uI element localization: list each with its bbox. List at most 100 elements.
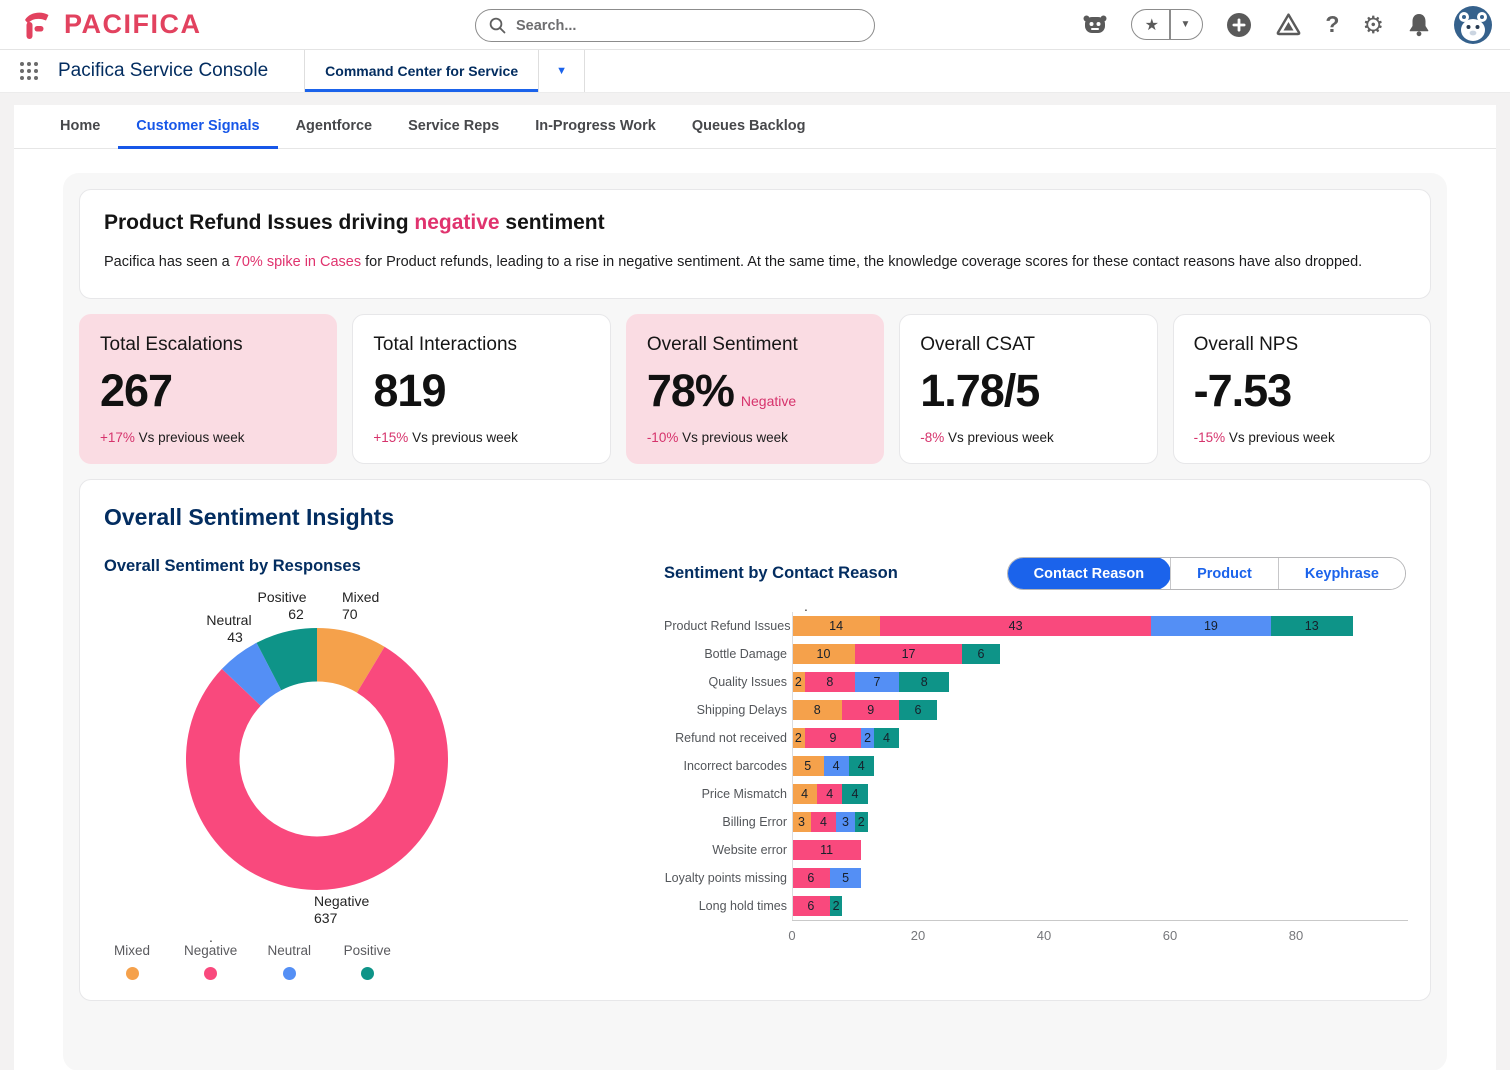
bar-track: 62: [792, 896, 1406, 916]
kpi-value: -7.53: [1194, 365, 1410, 417]
bar-segment-negative[interactable]: 8: [805, 672, 855, 692]
bar-segment-negative[interactable]: 43: [880, 616, 1151, 636]
bar-segment-negative[interactable]: 4: [811, 812, 836, 832]
x-axis-tick: 60: [1163, 928, 1177, 943]
bar-segment-neutral[interactable]: 19: [1151, 616, 1271, 636]
bar-segment-neutral[interactable]: 2: [861, 728, 874, 748]
brand: PACIFICA: [18, 7, 202, 43]
bar-row: Bottle Damage10176: [664, 640, 1406, 668]
legend-label: Negative: [184, 943, 237, 958]
legend-dot: [283, 967, 296, 980]
insights-title: Overall Sentiment Insights: [104, 504, 1406, 531]
tab-home[interactable]: Home: [42, 105, 118, 149]
toggle-contact-reason[interactable]: Contact Reason: [1007, 557, 1171, 590]
favorites-control: ★ ▼: [1131, 9, 1204, 40]
bar-segment-negative[interactable]: 11: [792, 840, 861, 860]
einstein-assistant-icon[interactable]: [1082, 13, 1108, 37]
bar-segment-mixed[interactable]: 3: [792, 812, 811, 832]
search-input[interactable]: [475, 9, 875, 42]
tab-service-reps[interactable]: Service Reps: [390, 105, 517, 149]
stacked-bar-chart: Product Refund Issues14431913Bottle Dama…: [664, 612, 1406, 946]
bar-segment-positive[interactable]: 8: [899, 672, 949, 692]
bar-segment-negative[interactable]: 4: [817, 784, 842, 804]
kpi-row: Total Escalations 267 +17% Vs previous w…: [79, 314, 1431, 464]
bar-row: Refund not received2924: [664, 724, 1406, 752]
legend-label: Mixed: [114, 943, 150, 958]
gap-strip: [0, 93, 1510, 105]
bar-category-label: Long hold times: [664, 899, 792, 913]
kpi-title: Total Escalations: [100, 334, 316, 356]
donut-label-neutral: Neutral: [206, 612, 251, 628]
donut-label-mixed: 70: [342, 606, 358, 622]
bar-row: Loyalty points missing65: [664, 864, 1406, 892]
global-header: PACIFICA ★ ▼: [0, 0, 1510, 50]
bar-segment-mixed[interactable]: 2: [792, 672, 805, 692]
bar-category-label: Shipping Delays: [664, 703, 792, 717]
bar-segment-positive[interactable]: 4: [874, 728, 899, 748]
kpi-title: Overall CSAT: [920, 334, 1136, 356]
bar-segment-positive[interactable]: 2: [830, 896, 843, 916]
bar-segment-positive[interactable]: 4: [849, 756, 874, 776]
bar-segment-neutral[interactable]: 3: [836, 812, 855, 832]
banner-title-highlight: negative: [414, 211, 499, 234]
donut-legend: Mixed Negative Neutral Positive: [106, 943, 664, 980]
bar-category-label: Bottle Damage: [664, 647, 792, 661]
user-avatar[interactable]: [1454, 6, 1492, 44]
toggle-keyphrase[interactable]: Keyphrase: [1278, 558, 1405, 589]
legend-item-positive[interactable]: Positive: [341, 943, 393, 980]
guidance-center-icon[interactable]: [1275, 12, 1302, 37]
tab-in-progress-work[interactable]: In-Progress Work: [517, 105, 674, 149]
kpi-value: 1.78/5: [920, 365, 1136, 417]
tab-customer-signals[interactable]: Customer Signals: [118, 105, 277, 149]
bar-segment-neutral[interactable]: 5: [830, 868, 862, 888]
toggle-product[interactable]: Product: [1170, 558, 1278, 589]
bar-segment-negative[interactable]: 9: [842, 700, 899, 720]
bar-segment-neutral[interactable]: 7: [855, 672, 899, 692]
setup-gear-icon[interactable]: ⚙: [1362, 13, 1384, 37]
workspace-tab-chevron-icon[interactable]: ▼: [539, 50, 585, 92]
banner-body-highlight: 70% spike in Cases: [234, 254, 361, 270]
bar-segment-positive[interactable]: 2: [855, 812, 868, 832]
bar-segment-negative[interactable]: 17: [855, 644, 962, 664]
donut-slice-negative[interactable]: [186, 647, 448, 890]
tab-agentforce[interactable]: Agentforce: [278, 105, 391, 149]
sentiment-insights-card: Overall Sentiment Insights Overall Senti…: [79, 479, 1431, 1001]
app-launcher-icon[interactable]: [0, 50, 58, 92]
bar-segment-positive[interactable]: 6: [899, 700, 937, 720]
bar-row: Product Refund Issues14431913: [664, 612, 1406, 640]
kpi-value: 267: [100, 365, 316, 417]
global-actions-icon[interactable]: [1226, 12, 1252, 38]
bar-segment-mixed[interactable]: 4: [792, 784, 817, 804]
bar-segment-neutral[interactable]: 4: [824, 756, 849, 776]
bar-segment-mixed[interactable]: 14: [792, 616, 880, 636]
brand-name: PACIFICA: [64, 9, 202, 40]
legend-item-negative[interactable]: Negative: [184, 943, 237, 980]
bar-row: Shipping Delays896: [664, 696, 1406, 724]
donut-label-neutral: 43: [227, 629, 243, 645]
kpi-total-interactions: Total Interactions 819 +15% Vs previous …: [352, 314, 610, 464]
x-axis: 020406080: [792, 920, 1408, 946]
help-icon[interactable]: ?: [1325, 11, 1339, 38]
bar-segment-positive[interactable]: 13: [1271, 616, 1353, 636]
bar-segment-mixed[interactable]: 2: [792, 728, 805, 748]
legend-item-neutral[interactable]: Neutral: [263, 943, 315, 980]
bar-segment-mixed[interactable]: 5: [792, 756, 824, 776]
bar-track: 3432: [792, 812, 1406, 832]
kpi-value: 819: [373, 365, 589, 417]
notifications-bell-icon[interactable]: [1407, 12, 1431, 38]
legend-item-mixed[interactable]: Mixed: [106, 943, 158, 980]
bar-segment-mixed[interactable]: 10: [792, 644, 855, 664]
workspace-tab[interactable]: Command Center for Service: [304, 50, 539, 92]
bar-segment-negative[interactable]: 6: [792, 896, 830, 916]
kpi-delta: -8% Vs previous week: [920, 430, 1136, 445]
bar-segment-positive[interactable]: 6: [962, 644, 1000, 664]
bar-segment-negative[interactable]: 6: [792, 868, 830, 888]
favorites-chevron-icon[interactable]: ▼: [1171, 19, 1203, 30]
bar-title: Sentiment by Contact Reason: [664, 564, 898, 583]
bar-segment-positive[interactable]: 4: [842, 784, 867, 804]
favorites-star-icon[interactable]: ★: [1132, 15, 1169, 35]
bar-segment-mixed[interactable]: 8: [792, 700, 842, 720]
bar-segment-negative[interactable]: 9: [805, 728, 862, 748]
tab-queues-backlog[interactable]: Queues Backlog: [674, 105, 824, 149]
bar-category-label: Quality Issues: [664, 675, 792, 689]
